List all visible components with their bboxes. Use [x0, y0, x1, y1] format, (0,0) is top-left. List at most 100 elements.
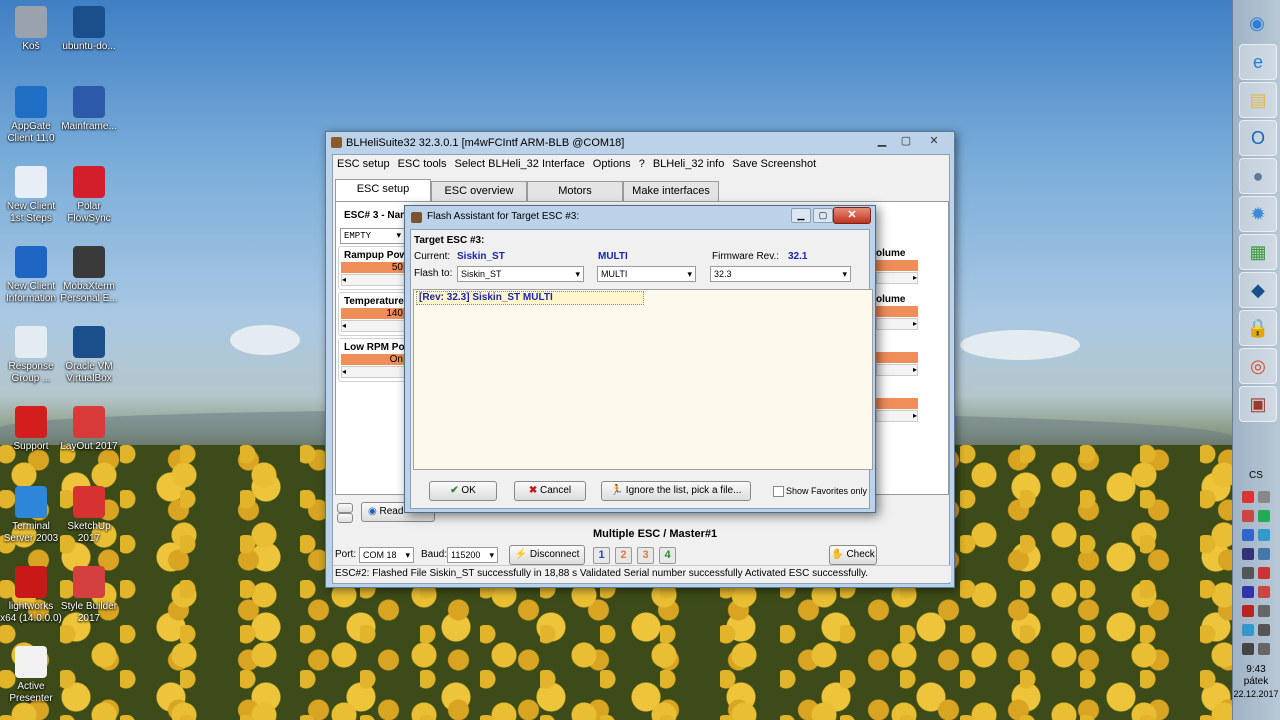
desktop-icon[interactable]: lightworks x64 (14.0.0.0) [0, 566, 62, 625]
esc-1-button[interactable]: 1 [593, 547, 610, 564]
desktop-icon[interactable]: New Client 1st Steps [0, 166, 62, 225]
ignore-list-button[interactable]: 🏃 Ignore the list, pick a file... [601, 481, 751, 501]
tray-app-icon[interactable] [1258, 548, 1270, 560]
tray-app-icon[interactable] [1242, 510, 1254, 522]
temperature-bar[interactable]: 140 [341, 308, 407, 319]
dialog-titlebar[interactable]: Flash Assistant for Target ESC #3: ▁ ▢ ✕ [405, 206, 875, 228]
disconnect-button[interactable]: ⚡ Disconnect [509, 545, 585, 565]
cancel-button[interactable]: ✖ Cancel [514, 481, 586, 501]
tray-app-icon[interactable] [1258, 510, 1270, 522]
esc-2-button[interactable]: 2 [615, 547, 632, 564]
flash-to-select[interactable]: Siskin_ST [457, 266, 584, 282]
flag-icon[interactable] [1258, 643, 1270, 655]
desktop-icon[interactable]: Response Group ... [0, 326, 62, 385]
volume-bar[interactable] [876, 306, 918, 317]
desktop-icon[interactable]: New Client Information [0, 246, 62, 305]
firmware-list-item[interactable]: [Rev: 32.3] Siskin_ST MULTI [416, 291, 644, 305]
tab-motors[interactable]: Motors [527, 181, 623, 201]
tray-app-icon[interactable] [1258, 567, 1270, 579]
blheli-icon[interactable]: ▣ [1239, 386, 1277, 422]
esc-name-field[interactable]: EMPTY [340, 228, 405, 244]
tray-app-icon[interactable] [1258, 586, 1270, 598]
favorites-checkbox[interactable] [773, 486, 784, 497]
dialog-minimize-button[interactable]: ▁ [791, 208, 811, 223]
rampup-scrollbar[interactable]: ◂ [341, 274, 407, 286]
esc-4-button[interactable]: 4 [659, 547, 676, 564]
virtualbox-icon[interactable]: ◆ [1239, 272, 1277, 308]
dialog-close-button[interactable]: ✕ [833, 207, 871, 224]
tab-esc-setup[interactable]: ESC setup [335, 179, 431, 202]
port-select[interactable]: COM 18 [359, 547, 414, 563]
desktop-icon[interactable]: ubuntu-do... [58, 6, 120, 53]
tab-make-interfaces[interactable]: Make interfaces [623, 181, 719, 201]
tray-app-icon[interactable] [1242, 586, 1254, 598]
setting-bar[interactable] [876, 398, 918, 409]
maximize-button[interactable]: ▢ [894, 134, 918, 148]
check-button[interactable]: ✋ Check [829, 545, 877, 565]
lock-icon[interactable]: 🔒 [1239, 310, 1277, 346]
flash-rev-select[interactable]: 32.3 [710, 266, 851, 282]
file-explorer-icon[interactable]: ▤ [1239, 82, 1277, 118]
volume-icon[interactable] [1258, 605, 1270, 617]
collapse-button[interactable] [337, 503, 353, 513]
setting-scrollbar[interactable]: ▸ [876, 410, 918, 422]
tray-app-icon[interactable] [1242, 529, 1254, 541]
menu-item[interactable]: BLHeli_32 info [653, 158, 725, 170]
tray-app-icon[interactable] [1258, 491, 1270, 503]
setting-scrollbar[interactable]: ▸ [876, 364, 918, 376]
menu-item[interactable]: Save Screenshot [732, 158, 816, 170]
start-orb-icon[interactable]: ◉ [1239, 6, 1275, 40]
ok-button[interactable]: ✔ OK [429, 481, 497, 501]
window-titlebar[interactable]: BLHeliSuite32 32.3.0.1 [m4wFCIntf ARM-BL… [326, 132, 954, 154]
network-icon[interactable] [1258, 624, 1270, 636]
language-indicator[interactable]: CS [1232, 470, 1280, 481]
lowrpm-scrollbar[interactable]: ◂ [341, 366, 407, 378]
baud-select[interactable]: 115200 [447, 547, 498, 563]
desktop-icon[interactable]: Style Builder 2017 [58, 566, 120, 625]
menu-item[interactable]: ESC tools [398, 158, 447, 170]
tab-esc-overview[interactable]: ESC overview [431, 181, 527, 201]
chart-app-icon[interactable]: ▦ [1239, 234, 1277, 270]
tray-app-icon[interactable] [1242, 491, 1254, 503]
tray-app-icon[interactable] [1242, 567, 1254, 579]
desktop-icon[interactable]: LayOut 2017 [58, 406, 120, 453]
expand-button[interactable] [337, 513, 353, 523]
tray-app-icon[interactable] [1242, 605, 1254, 617]
battery-icon[interactable] [1242, 643, 1254, 655]
desktop-icon[interactable]: Terminal Server 2003 [0, 486, 62, 545]
dialog-maximize-button[interactable]: ▢ [813, 208, 833, 223]
clock[interactable]: 9:43 pátek 22.12.2017 [1232, 664, 1280, 700]
tray-app-icon[interactable] [1242, 624, 1254, 636]
app-round-icon[interactable]: ● [1239, 158, 1277, 194]
desktop-icon[interactable]: Support [0, 406, 62, 453]
close-button[interactable]: ✕ [922, 134, 946, 148]
volume-bar[interactable] [876, 260, 918, 271]
menu-item[interactable]: Options [593, 158, 631, 170]
settings-globe-icon[interactable]: ✹ [1239, 196, 1277, 232]
desktop-icon[interactable]: SketchUp 2017 [58, 486, 120, 545]
menu-item[interactable]: ESC setup [337, 158, 390, 170]
minimize-button[interactable]: ▁ [870, 134, 894, 148]
volume-scrollbar[interactable]: ▸ [876, 272, 918, 284]
chrome-icon[interactable]: ◎ [1239, 348, 1277, 384]
temperature-scrollbar[interactable]: ◂ [341, 320, 407, 332]
tray-app-icon[interactable] [1242, 548, 1254, 560]
lowrpm-bar[interactable]: On [341, 354, 407, 365]
desktop-icon[interactable]: Polar FlowSync [58, 166, 120, 225]
desktop-icon[interactable]: Koš [0, 6, 62, 53]
desktop-icon[interactable]: AppGate Client 11.0 [0, 86, 62, 145]
desktop-icon[interactable]: Mainframe... [58, 86, 120, 133]
rampup-bar[interactable]: 50 [341, 262, 407, 273]
firmware-list[interactable]: [Rev: 32.3] Siskin_ST MULTI [413, 289, 873, 470]
setting-bar[interactable] [876, 352, 918, 363]
desktop-icon[interactable]: MobaXterm Personal E... [58, 246, 120, 305]
flash-mode-select[interactable]: MULTI [597, 266, 696, 282]
menu-item[interactable]: Select BLHeli_32 Interface [455, 158, 585, 170]
tray-app-icon[interactable] [1258, 529, 1270, 541]
outlook-icon[interactable]: O [1239, 120, 1277, 156]
volume-scrollbar[interactable]: ▸ [876, 318, 918, 330]
esc-3-button[interactable]: 3 [637, 547, 654, 564]
desktop-icon[interactable]: Oracle VM VirtualBox [58, 326, 120, 385]
menu-item[interactable]: ? [639, 158, 645, 170]
desktop-icon[interactable]: Active Presenter [0, 646, 62, 705]
